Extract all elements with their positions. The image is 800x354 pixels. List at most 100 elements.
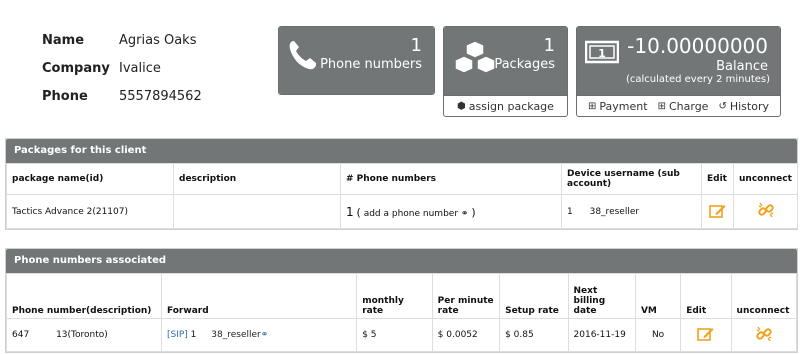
phone-numbers-count: 1 [410, 35, 422, 56]
edit-icon[interactable] [709, 203, 726, 218]
monthly-rate: $ 5 [356, 318, 433, 352]
packages-count: 1 [543, 35, 555, 56]
header-edit: Edit [701, 163, 734, 195]
phone-numbers-panel: 1 Phone numbers [279, 27, 434, 94]
phone-number-cell: 647 13(Toronto) [6, 318, 162, 352]
history-icon: ↺ [718, 100, 727, 112]
add-phone-number-label: add a phone number [363, 208, 459, 219]
forward-user-link[interactable]: 38_reseller⚭ [211, 330, 268, 340]
phone-unconnect-cell [730, 318, 798, 352]
plus-square-icon: ⊞ [588, 100, 597, 112]
phone-numbers-section: Phone numbers associated Phone number(de… [5, 248, 798, 353]
packages-footer: ⬢ assign package [444, 95, 567, 116]
cubes-icon [452, 39, 498, 79]
table-row: Tactics Advance 2(21107) 1 ( add a phone… [6, 194, 798, 229]
table-row: 647 13(Toronto) [SIP] 1 38_reseller⚭ $ 5… [6, 318, 798, 352]
header-phone-numbers: # Phone numbers [340, 163, 562, 195]
device-user: 38_reseller [589, 206, 640, 217]
device-id: 1 [567, 206, 573, 217]
balance-footer: ⊞ Payment ⊞ Charge ↺ History [577, 95, 780, 116]
name-value: Agrias Oaks [119, 32, 197, 48]
header-forward: Forward [160, 273, 358, 319]
header-device-username: Device username (sub account) [561, 163, 702, 195]
forward-user: 38_reseller [211, 330, 261, 340]
phone-numbers-stat: 1 Phone numbers [278, 26, 435, 95]
packages-label: Packages [494, 57, 555, 72]
plus-square-icon: ⊞ [657, 100, 666, 112]
edit-icon[interactable] [697, 326, 714, 341]
close-paren: ) [471, 205, 476, 219]
balance-value: -10.00000000 [627, 34, 768, 58]
phone-number: 647 [12, 330, 30, 340]
phone-label: Phone [42, 88, 88, 104]
payment-button[interactable]: ⊞ Payment [588, 100, 648, 113]
phone-numbers-title: Phone numbers associated [6, 249, 797, 273]
header-edit: Edit [680, 273, 732, 319]
balance-stat: 1 -10.00000000 Balance (calculated every… [576, 26, 781, 117]
charge-label: Charge [668, 99, 709, 113]
add-phone-number-link[interactable]: add a phone number ⚭ [364, 209, 472, 219]
charge-button[interactable]: ⊞ Charge [658, 100, 709, 113]
forward-cell: [SIP] 1 38_reseller⚭ [160, 318, 358, 352]
phone-icon [287, 39, 317, 75]
header-description: description [173, 163, 341, 195]
client-company-row: Company Ivalice [42, 54, 202, 82]
header-setup-rate: Setup rate [499, 273, 569, 319]
packages-stat: 1 Packages ⬢ assign package [443, 26, 568, 117]
phone-edit-cell [680, 318, 732, 352]
company-value: Ivalice [119, 60, 161, 76]
svg-text:1: 1 [598, 47, 606, 60]
money-icon: 1 [584, 39, 620, 69]
cube-icon: ⬢ [457, 100, 466, 112]
header-phone-number: Phone number(description) [6, 273, 162, 319]
name-label: Name [42, 32, 85, 48]
balance-subtitle: (calculated every 2 minutes) [626, 74, 770, 85]
payment-label: Payment [599, 99, 648, 113]
phone-description: 13(Toronto) [56, 330, 108, 340]
header-package-name: package name(id) [6, 163, 174, 195]
packages-section: Packages for this client package name(id… [5, 138, 798, 230]
history-button[interactable]: ↺ History [718, 100, 769, 113]
packages-table: package name(id) description # Phone num… [6, 163, 798, 229]
header-vm: VM [634, 273, 682, 319]
forward-type-link[interactable]: [SIP] [167, 330, 188, 340]
client-name-row: Name Agrias Oaks [42, 26, 202, 54]
packages-panel: 1 Packages [444, 27, 567, 95]
header-per-minute-rate: Per minute rate [431, 273, 501, 319]
packages-header-row: package name(id) description # Phone num… [6, 163, 798, 195]
company-label: Company [42, 60, 110, 76]
assign-package-label: assign package [468, 99, 554, 113]
package-unconnect-cell [733, 194, 798, 229]
header-monthly-rate: monthly rate [356, 273, 433, 319]
setup-rate: $ 0.85 [499, 318, 569, 352]
phone-value: 5557894562 [119, 88, 202, 104]
package-description [173, 194, 341, 229]
next-billing-date: 2016-11-19 [567, 318, 636, 352]
phone-numbers-header-row: Phone number(description) Forward monthl… [6, 273, 798, 319]
phone-numbers-table: Phone number(description) Forward monthl… [6, 273, 798, 352]
package-edit-cell [701, 194, 734, 229]
device-cell: 1 38_reseller [561, 194, 702, 229]
phone-numbers-label: Phone numbers [320, 57, 422, 72]
balance-panel: 1 -10.00000000 Balance (calculated every… [577, 27, 780, 95]
client-info: Name Agrias Oaks Company Ivalice Phone 5… [42, 26, 202, 110]
header-unconnect: unconnect [733, 163, 798, 195]
link-icon: ⚭ [460, 208, 469, 219]
unlink-icon[interactable] [755, 325, 773, 343]
per-minute-rate: $ 0.0052 [431, 318, 501, 352]
history-label: History [729, 99, 769, 113]
unlink-icon[interactable] [757, 201, 775, 219]
header-next-billing: Next billing date [567, 273, 636, 319]
link-icon: ⚭ [260, 330, 269, 340]
vm-value: No [634, 318, 682, 352]
client-phone-row: Phone 5557894562 [42, 82, 202, 110]
package-phones-count: 1 [346, 204, 354, 219]
assign-package-button[interactable]: ⬢ assign package [457, 100, 554, 113]
header-unconnect: unconnect [730, 273, 798, 319]
package-phones-cell: 1 ( add a phone number ⚭ ) [340, 194, 562, 229]
forward-id: 1 [190, 330, 197, 340]
balance-label: Balance [716, 59, 768, 74]
open-paren: ( [356, 205, 361, 219]
package-name: Tactics Advance 2(21107) [6, 194, 174, 229]
packages-title: Packages for this client [6, 139, 797, 163]
